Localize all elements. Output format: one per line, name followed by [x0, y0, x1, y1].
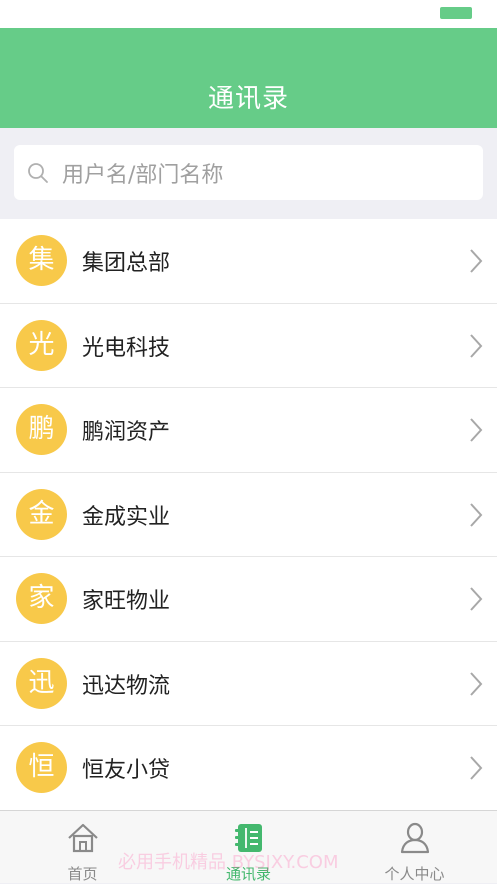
search-icon [28, 163, 48, 183]
avatar: 家 [16, 573, 67, 624]
list-item[interactable]: 迅 迅达物流 [0, 642, 497, 726]
search-area: 用户名/部门名称 [0, 128, 497, 219]
battery-icon [440, 7, 472, 19]
search-input[interactable]: 用户名/部门名称 [14, 145, 483, 200]
tab-profile[interactable]: 个人中心 [332, 811, 497, 884]
contact-list: 集 集团总部 光 光电科技 鹏 鹏润资产 金 金成实业 家 家旺物业 迅 迅达物… [0, 219, 497, 810]
list-item[interactable]: 集 集团总部 [0, 219, 497, 304]
chevron-right-icon [470, 249, 483, 273]
list-item-label: 集团总部 [82, 251, 171, 276]
avatar: 集 [16, 235, 67, 286]
list-item-label: 恒友小贷 [82, 758, 171, 783]
list-item-label: 光电科技 [82, 335, 171, 361]
chevron-right-icon [470, 418, 483, 442]
chevron-right-icon [470, 502, 483, 527]
home-icon [67, 823, 98, 853]
chevron-right-icon [470, 671, 483, 696]
list-item-label: 迅达物流 [82, 673, 171, 699]
tab-label: 通讯录 [225, 865, 271, 883]
status-bar [0, 0, 497, 28]
chevron-right-icon [470, 333, 483, 358]
avatar: 迅 [16, 657, 67, 709]
chevron-right-icon [470, 756, 483, 780]
tab-label: 个人中心 [384, 865, 445, 883]
avatar: 光 [16, 319, 67, 371]
tab-label: 首页 [67, 865, 98, 883]
user-icon [400, 822, 429, 854]
tab-home[interactable]: 首页 [0, 811, 165, 884]
tab-bar: 首页 通讯录 个人中心 [0, 810, 497, 883]
chevron-right-icon [470, 587, 483, 611]
search-placeholder: 用户名/部门名称 [62, 163, 224, 188]
list-item-label: 金成实业 [82, 504, 171, 530]
list-item[interactable]: 光 光电科技 [0, 304, 497, 388]
list-item-label: 鹏润资产 [82, 420, 171, 445]
list-item-label: 家旺物业 [82, 589, 171, 614]
list-item[interactable]: 金 金成实业 [0, 473, 497, 557]
list-item[interactable]: 鹏 鹏润资产 [0, 388, 497, 473]
list-item[interactable]: 恒 恒友小贷 [0, 726, 497, 810]
avatar: 鹏 [16, 404, 67, 455]
list-item[interactable]: 家 家旺物业 [0, 557, 497, 642]
navigation-bar: 通讯录 [0, 28, 497, 128]
tab-contacts[interactable]: 通讯录 [166, 811, 331, 884]
avatar: 金 [16, 488, 67, 540]
avatar: 恒 [16, 742, 67, 793]
page-title: 通讯录 [207, 84, 289, 114]
contacts-book-icon [234, 824, 262, 852]
